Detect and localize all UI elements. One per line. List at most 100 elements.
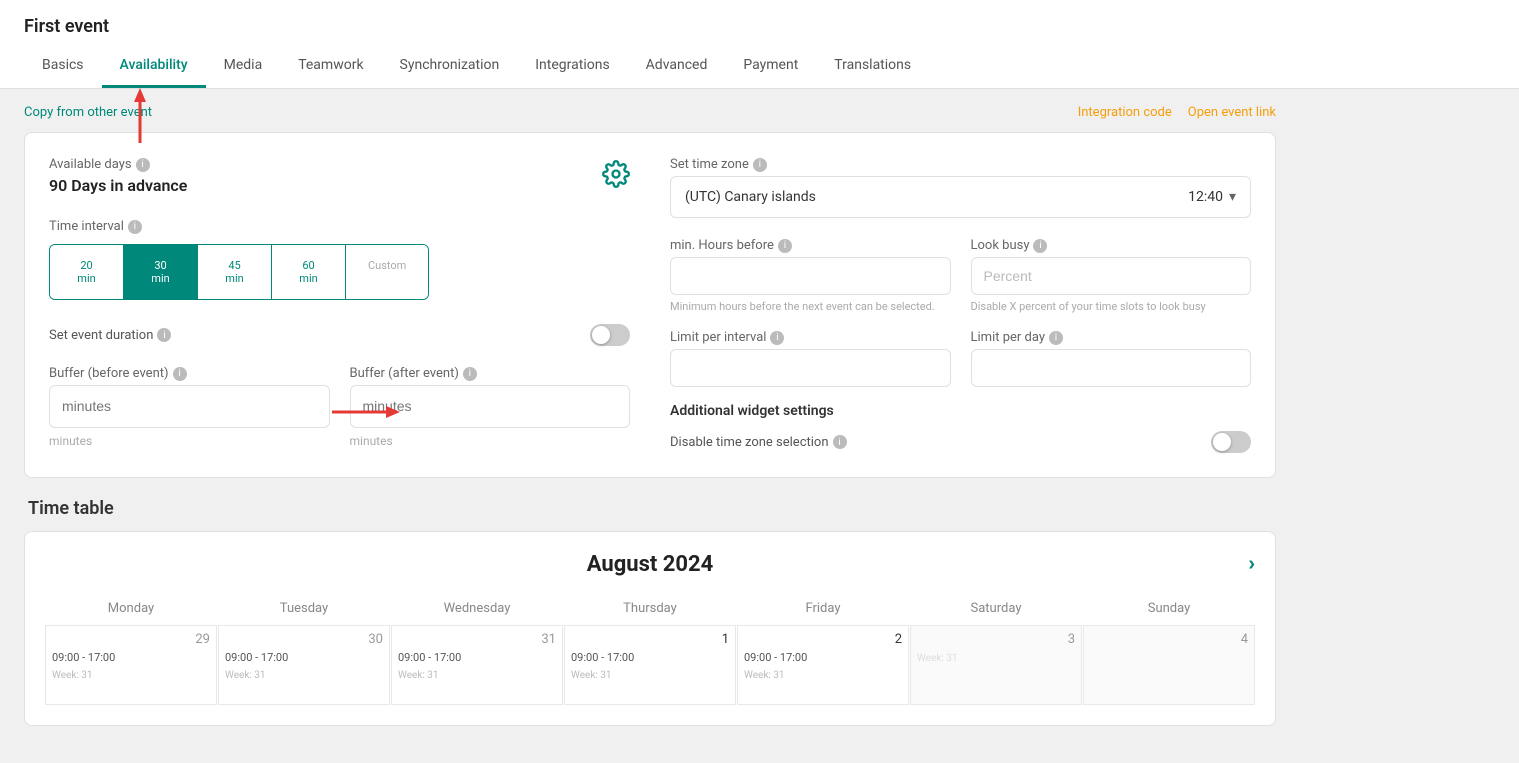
- tab-advanced[interactable]: Advanced: [628, 45, 726, 88]
- calendar-grid: Monday Tuesday Wednesday Thursday Friday…: [45, 593, 1255, 705]
- disable-timezone-info-icon[interactable]: i: [833, 435, 847, 449]
- available-days-row: Available days i 90 Days in advance: [49, 157, 630, 195]
- look-busy-input[interactable]: [971, 257, 1252, 295]
- min-hours-look-busy-row: min. Hours before i 12 Minimum hours bef…: [670, 238, 1251, 314]
- cal-date-29: 29: [52, 632, 210, 647]
- buffer-before-label: Buffer (before event) i: [49, 366, 330, 381]
- calendar-header: August 2024 ›: [45, 552, 1255, 577]
- limit-per-interval-field: Limit per interval i 1: [670, 330, 951, 387]
- buffer-before-hint: minutes: [49, 434, 330, 448]
- cal-cell-4[interactable]: 4: [1083, 625, 1255, 705]
- left-section: Available days i 90 Days in advance: [49, 157, 630, 453]
- buffer-before-input[interactable]: [62, 398, 317, 414]
- right-links: Integration code Open event link: [1078, 105, 1276, 120]
- additional-widget-title: Additional widget settings: [670, 403, 1251, 419]
- interval-custom[interactable]: Custom: [346, 245, 428, 299]
- cal-time-1: 09:00 - 17:00: [571, 651, 729, 664]
- cal-header-friday: Friday: [737, 593, 909, 624]
- look-busy-label: Look busy i: [971, 238, 1252, 253]
- tab-integrations[interactable]: Integrations: [517, 45, 627, 88]
- cal-week-2: Week: 31: [744, 670, 902, 681]
- cal-header-wednesday: Wednesday: [391, 593, 563, 624]
- event-title: First event: [24, 0, 1495, 45]
- set-event-duration-info-icon[interactable]: i: [157, 328, 171, 342]
- cal-cell-30[interactable]: 30 09:00 - 17:00 Week: 31: [218, 625, 390, 705]
- cal-time-2: 09:00 - 17:00: [744, 651, 902, 664]
- disable-timezone-row: Disable time zone selection i: [670, 431, 1251, 453]
- timezone-select[interactable]: (UTC) Canary islands 12:40 ▾: [670, 176, 1251, 218]
- cal-date-1: 1: [571, 632, 729, 647]
- tab-basics[interactable]: Basics: [24, 45, 102, 88]
- cal-cell-2[interactable]: 2 09:00 - 17:00 Week: 31: [737, 625, 909, 705]
- cal-week-29: Week: 31: [52, 670, 210, 681]
- toolbar-row: Copy from other event Integration code O…: [24, 105, 1276, 120]
- interval-20min[interactable]: 20min: [50, 245, 124, 299]
- available-days-info-icon[interactable]: i: [136, 158, 150, 172]
- available-days-label: Available days i: [49, 157, 187, 172]
- integration-code-link[interactable]: Integration code: [1078, 105, 1172, 120]
- buffer-before-field: Buffer (before event) i minutes: [49, 366, 330, 448]
- set-event-duration-toggle[interactable]: [590, 324, 630, 346]
- disable-timezone-toggle-thumb: [1213, 433, 1231, 451]
- timezone-info-icon[interactable]: i: [753, 158, 767, 172]
- cal-cell-31[interactable]: 31 09:00 - 17:00 Week: 31: [391, 625, 563, 705]
- buffer-after-hint: minutes: [350, 434, 631, 448]
- cal-header-thursday: Thursday: [564, 593, 736, 624]
- buffer-before-input-wrap: [49, 385, 330, 428]
- toggle-thumb: [592, 326, 610, 344]
- interval-30min[interactable]: 30min: [124, 245, 198, 299]
- look-busy-field: Look busy i Disable X percent of your ti…: [971, 238, 1252, 314]
- cal-cell-29[interactable]: 29 09:00 - 17:00 Week: 31: [45, 625, 217, 705]
- open-event-link[interactable]: Open event link: [1188, 105, 1276, 120]
- tab-synchronization[interactable]: Synchronization: [382, 45, 518, 88]
- timetable-card: August 2024 › Monday Tuesday Wednesday T…: [24, 531, 1276, 726]
- cal-time-31: 09:00 - 17:00: [398, 651, 556, 664]
- cal-date-3: 3: [917, 632, 1075, 647]
- tab-translations[interactable]: Translations: [816, 45, 929, 88]
- gear-icon[interactable]: [602, 160, 630, 192]
- cal-header-saturday: Saturday: [910, 593, 1082, 624]
- cal-date-31: 31: [398, 632, 556, 647]
- timezone-label: Set time zone i: [670, 157, 1251, 172]
- tab-media[interactable]: Media: [206, 45, 281, 88]
- calendar-next-button[interactable]: ›: [1248, 553, 1255, 576]
- buffer-after-input[interactable]: [363, 398, 618, 414]
- cal-week-31: Week: 31: [398, 670, 556, 681]
- interval-45min[interactable]: 45min: [198, 245, 272, 299]
- cal-cell-1[interactable]: 1 09:00 - 17:00 Week: 31: [564, 625, 736, 705]
- look-busy-info-icon[interactable]: i: [1033, 239, 1047, 253]
- disable-timezone-label: Disable time zone selection i: [670, 435, 847, 450]
- limit-per-day-field: Limit per day i 5: [971, 330, 1252, 387]
- limit-per-interval-label: Limit per interval i: [670, 330, 951, 345]
- limit-per-day-info-icon[interactable]: i: [1049, 331, 1063, 345]
- limit-per-interval-input[interactable]: 1: [670, 349, 951, 387]
- min-hours-label: min. Hours before i: [670, 238, 951, 253]
- min-hours-input[interactable]: 12: [670, 257, 951, 295]
- time-interval-info-icon[interactable]: i: [128, 220, 142, 234]
- content-area: Copy from other event Integration code O…: [0, 89, 1300, 742]
- interval-buttons: 20min 30min 45min 60min: [49, 244, 429, 300]
- availability-card: Available days i 90 Days in advance: [24, 132, 1276, 478]
- timezone-chevron-icon: ▾: [1229, 189, 1236, 205]
- interval-60min[interactable]: 60min: [272, 245, 346, 299]
- buffer-after-field: Buffer (after event) i minutes: [350, 366, 631, 448]
- cal-header-tuesday: Tuesday: [218, 593, 390, 624]
- disable-timezone-toggle[interactable]: [1211, 431, 1251, 453]
- copy-from-other-event-link[interactable]: Copy from other event: [24, 105, 152, 120]
- limit-per-interval-info-icon[interactable]: i: [770, 331, 784, 345]
- buffer-before-info-icon[interactable]: i: [173, 367, 187, 381]
- min-hours-info-icon[interactable]: i: [778, 239, 792, 253]
- cal-date-30: 30: [225, 632, 383, 647]
- limit-per-day-input[interactable]: 5: [971, 349, 1252, 387]
- cal-cell-3[interactable]: 3 Week: 31: [910, 625, 1082, 705]
- set-event-duration-row: Set event duration i: [49, 324, 630, 346]
- tab-teamwork[interactable]: Teamwork: [280, 45, 381, 88]
- min-hours-hint: Minimum hours before the next event can …: [670, 299, 951, 314]
- tab-availability[interactable]: Availability: [102, 45, 206, 88]
- nav-tabs: Basics Availability Media Teamwork Synch…: [24, 45, 1495, 88]
- look-busy-hint: Disable X percent of your time slots to …: [971, 299, 1252, 314]
- limit-per-day-label: Limit per day i: [971, 330, 1252, 345]
- buffer-after-info-icon[interactable]: i: [463, 367, 477, 381]
- tab-payment[interactable]: Payment: [725, 45, 816, 88]
- cal-time-30: 09:00 - 17:00: [225, 651, 383, 664]
